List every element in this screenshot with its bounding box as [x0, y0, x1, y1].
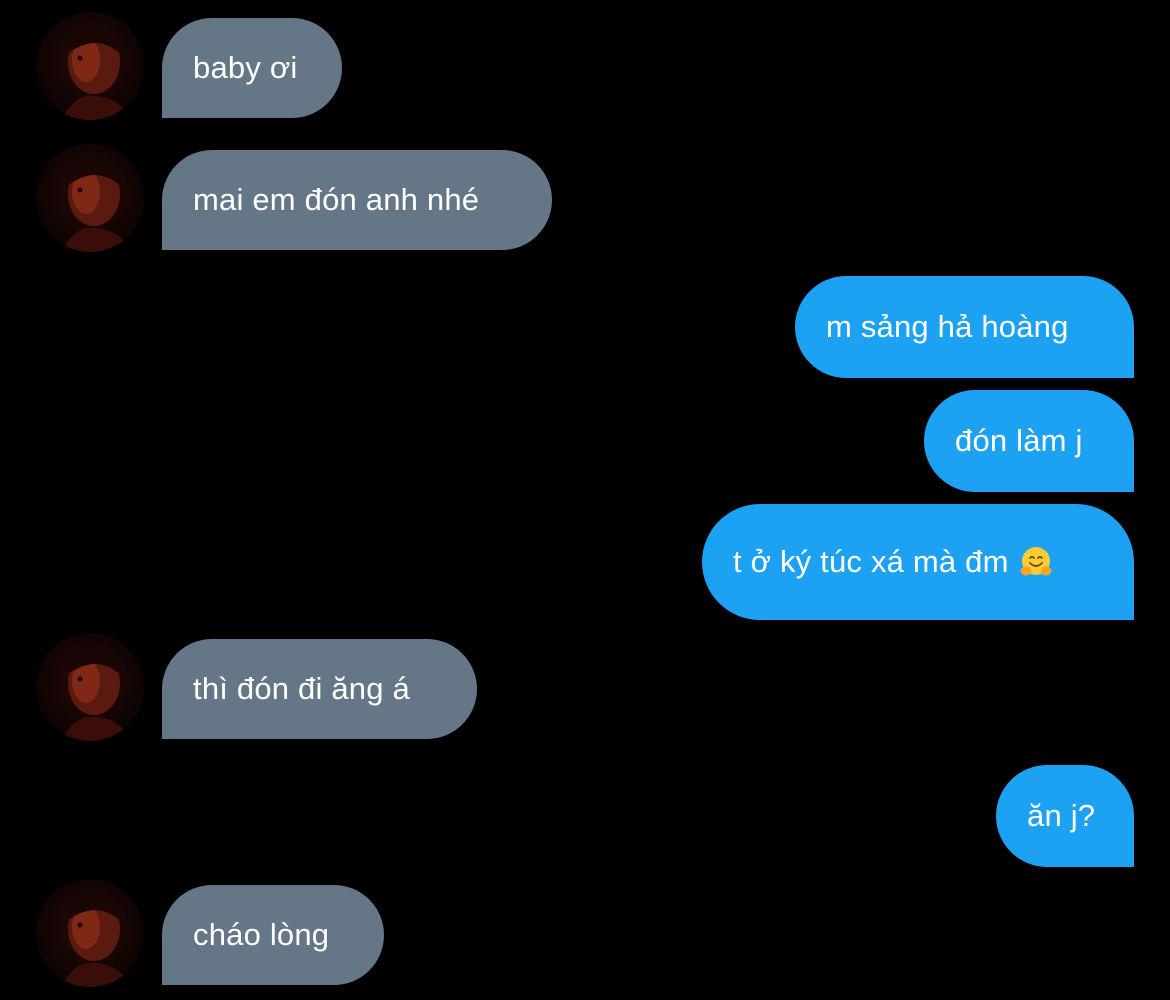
- message-text: ăn j?: [1027, 798, 1096, 833]
- message-bubble-incoming[interactable]: thì đón đi ăng á: [162, 639, 477, 739]
- hugging-face-emoji-icon: [1019, 545, 1053, 579]
- message-row-outgoing: đón làm j: [0, 390, 1170, 492]
- message-text: mai em đón anh nhé: [193, 182, 480, 217]
- message-bubble-incoming[interactable]: mai em đón anh nhé: [162, 150, 552, 250]
- contact-avatar[interactable]: [36, 12, 144, 120]
- message-bubble-outgoing[interactable]: t ở ký túc xá mà đm: [702, 504, 1134, 620]
- message-text: m sảng hả hoàng: [826, 309, 1069, 344]
- message-row-incoming: baby ơi: [0, 12, 1170, 120]
- message-bubble-outgoing[interactable]: ăn j?: [996, 765, 1134, 867]
- message-text: baby ơi: [193, 50, 298, 85]
- message-text: t ở ký túc xá mà đm: [733, 544, 1009, 579]
- message-row-outgoing: t ở ký túc xá mà đm: [0, 504, 1170, 620]
- contact-avatar[interactable]: [36, 633, 144, 741]
- message-bubble-incoming[interactable]: cháo lòng: [162, 885, 384, 985]
- avatar-photo-icon: [61, 895, 131, 987]
- message-bubble-outgoing[interactable]: đón làm j: [924, 390, 1134, 492]
- message-row-incoming: thì đón đi ăng á: [0, 633, 1170, 741]
- avatar-photo-icon: [61, 160, 131, 252]
- contact-avatar[interactable]: [36, 879, 144, 987]
- avatar-photo-icon: [61, 649, 131, 741]
- message-bubble-incoming[interactable]: baby ơi: [162, 18, 342, 118]
- message-row-outgoing: ăn j?: [0, 765, 1170, 867]
- message-bubble-outgoing[interactable]: m sảng hả hoàng: [795, 276, 1134, 378]
- contact-avatar[interactable]: [36, 144, 144, 252]
- message-row-incoming: cháo lòng: [0, 879, 1170, 987]
- message-thread: baby ơi mai em đón anh nhé m sảng hả hoà…: [0, 0, 1170, 1000]
- message-text: cháo lòng: [193, 917, 330, 952]
- message-row-outgoing: m sảng hả hoàng: [0, 276, 1170, 378]
- message-text: thì đón đi ăng á: [193, 671, 410, 706]
- avatar-photo-icon: [61, 28, 131, 120]
- message-text: đón làm j: [955, 423, 1083, 458]
- message-row-incoming: mai em đón anh nhé: [0, 144, 1170, 252]
